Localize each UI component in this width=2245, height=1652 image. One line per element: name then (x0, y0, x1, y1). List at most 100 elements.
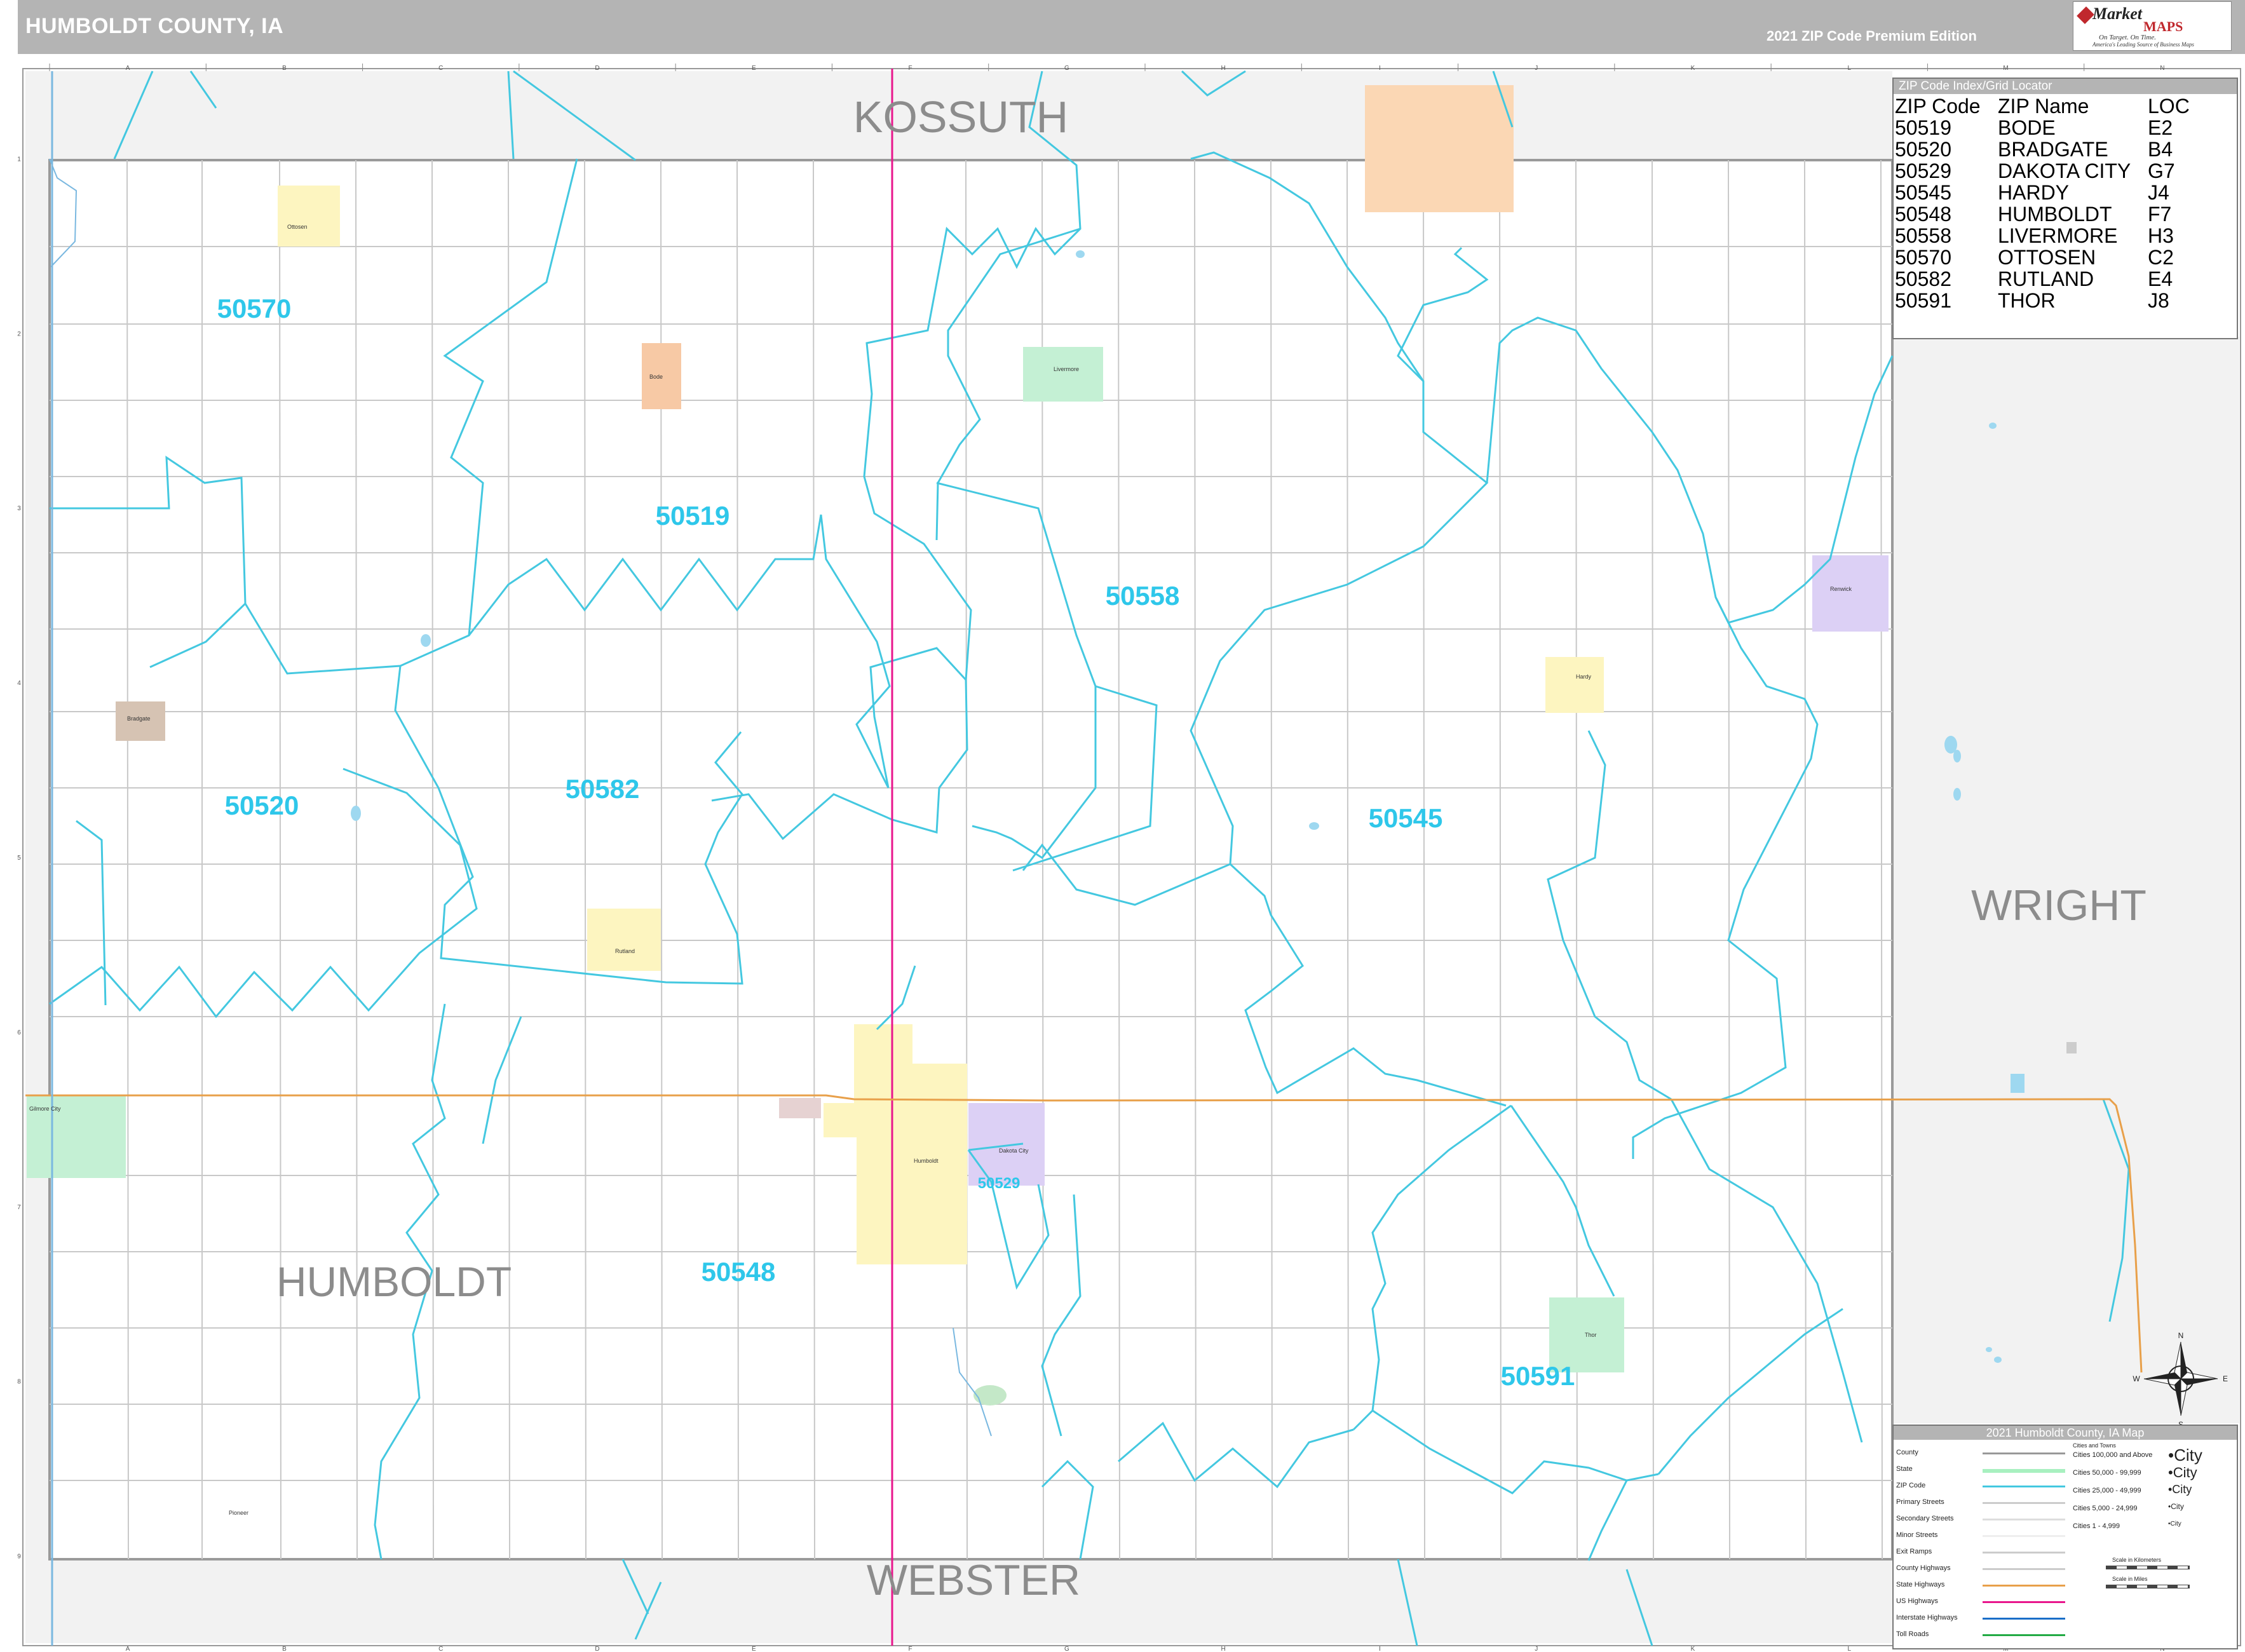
grid-column-label: K (1691, 1646, 1695, 1652)
grid-column-label: M (2003, 65, 2008, 72)
zip-loc-cell: C2 (2148, 246, 2174, 269)
legend-swatch (1983, 1502, 2065, 1504)
zip-name-cell: BRADGATE (1998, 138, 2108, 161)
zip-index-col-header: ZIP Code (1895, 95, 1981, 118)
town-label: Dakota City (999, 1148, 1029, 1154)
lake (1953, 788, 1961, 801)
zip-label-50591: 50591 (1501, 1361, 1575, 1391)
lake (1076, 250, 1085, 258)
legend-city-class: Cities 25,000 - 49,999 (2073, 1487, 2141, 1494)
legend-item: Minor Streets (1896, 1531, 1938, 1539)
map-legend: 2021 Humboldt County, IA Map County State… (1892, 1425, 2238, 1649)
lake (421, 634, 431, 647)
lake (1986, 1347, 1992, 1352)
town-label: Livermore (1054, 366, 1079, 372)
west-area (25, 71, 50, 1643)
zip-loc-cell: E2 (2148, 116, 2173, 139)
zip-name-cell: RUTLAND (1998, 267, 2094, 290)
legend-item: Primary Streets (1896, 1498, 1944, 1506)
legend-scale-km: Scale in Kilometers (2112, 1557, 2162, 1563)
zip-code-cell: 50558 (1895, 224, 1951, 247)
legend-city-sample: •City (2168, 1446, 2202, 1465)
zip-loc-cell: H3 (2148, 224, 2174, 247)
zip-code-cell: 50519 (1895, 116, 1951, 139)
table-row: 50545 HARDY J4 (1895, 182, 2190, 203)
lake (351, 806, 361, 821)
grid-column-label: G (1064, 1646, 1069, 1652)
zip-loc-cell: J8 (2148, 289, 2169, 312)
legend-city-sample: •City (2168, 1520, 2181, 1527)
table-row: 50558 LIVERMORE H3 (1895, 225, 2190, 247)
town-area-livermore (1023, 347, 1103, 402)
zip-code-cell: 50548 (1895, 203, 1951, 226)
zip-index-col-header: LOC (2148, 95, 2190, 118)
zip-label-50570: 50570 (217, 294, 292, 323)
county-label-center: HUMBOLDT (276, 1258, 512, 1305)
legend-swatch (1983, 1452, 2065, 1454)
grid-column-label: H (1221, 65, 1226, 72)
county-label-north: KOSSUTH (853, 92, 1068, 142)
zip-code-cell: 50570 (1895, 246, 1951, 269)
legend-city-class: Cities 5,000 - 24,999 (2073, 1505, 2138, 1512)
table-row: 50519 BODE E2 (1895, 117, 2190, 139)
county-label-east: WRIGHT (1971, 881, 2147, 930)
zip-label-50582: 50582 (566, 774, 640, 804)
grid-column-label: E (752, 1646, 756, 1652)
grid-row-label: 2 (17, 330, 21, 337)
grid-row-label: 5 (17, 855, 21, 862)
legend-swatch (1983, 1519, 2065, 1520)
legend-item: State Highways (1896, 1581, 1945, 1588)
legend-scale-mi: Scale in Miles (2112, 1576, 2148, 1582)
grid-row-label: 1 (17, 156, 21, 163)
table-row: 50591 THOR J8 (1895, 290, 2190, 311)
zip-code-cell: 50520 (1895, 138, 1951, 161)
grid-row-label: 3 (17, 505, 21, 512)
grid-row-label: 9 (17, 1554, 21, 1561)
zip-index-title: ZIP Code Index/Grid Locator (1894, 79, 2237, 94)
grid-column-label: K (1691, 65, 1695, 72)
legend-item: State (1896, 1465, 1913, 1473)
zip-name-cell: HUMBOLDT (1998, 203, 2112, 226)
zip-index-panel: ZIP Code Index/Grid Locator ZIP Code ZIP… (1892, 78, 2238, 339)
legend-item: ZIP Code (1896, 1482, 1926, 1489)
town-label: Thor (1585, 1332, 1597, 1338)
table-row: 50529 DAKOTA CITY G7 (1895, 160, 2190, 182)
lake (1309, 822, 1319, 830)
town-label: Pioneer (229, 1510, 248, 1516)
compass-e: E (2223, 1374, 2228, 1383)
legend-swatch (1983, 1535, 2065, 1537)
town-area-rutland (587, 909, 661, 971)
grid-column-label: L (1848, 1646, 1852, 1652)
town-area-south (973, 1385, 1007, 1405)
legend-item: County (1896, 1449, 1918, 1456)
grid-column-label: I (1379, 65, 1381, 72)
legend-city-sample: •City (2168, 1502, 2184, 1511)
legend-item: County Highways (1896, 1564, 1951, 1572)
legend-title: 2021 Humboldt County, IA Map (1894, 1426, 2237, 1440)
zip-name-cell: DAKOTA CITY (1998, 159, 2131, 182)
grid-row-label: 4 (17, 680, 21, 687)
legend-swatch (1983, 1585, 2065, 1587)
grid-column-label: E (752, 65, 756, 72)
zip-name-cell: OTTOSEN (1998, 246, 2096, 269)
grid-column-label: G (1064, 65, 1069, 72)
legend-city-class: Cities 50,000 - 99,999 (2073, 1469, 2141, 1477)
legend-swatch (1983, 1552, 2065, 1554)
legend-city-sample: •City (2168, 1483, 2192, 1496)
grid-row-label: 6 (17, 1029, 21, 1036)
grid-column-label: N (2160, 65, 2164, 72)
zip-name-cell: BODE (1998, 116, 2056, 139)
grid-column-label: I (1379, 1646, 1381, 1652)
town-area-ottosen (278, 186, 340, 247)
grid-column-label: L (1848, 65, 1852, 72)
grid-column-label: D (595, 65, 599, 72)
town-label: Gilmore City (29, 1106, 61, 1112)
lake (2066, 1042, 2077, 1053)
town-label: Renwick (1830, 586, 1852, 592)
table-row: 50520 BRADGATE B4 (1895, 139, 2190, 160)
town-label: Bode (649, 374, 663, 380)
legend-item: Exit Ramps (1896, 1548, 1932, 1555)
grid-column-label: A (126, 1646, 130, 1652)
legend-item: Secondary Streets (1896, 1515, 1954, 1522)
legend-city-class: Cities 1 - 4,999 (2073, 1522, 2120, 1530)
